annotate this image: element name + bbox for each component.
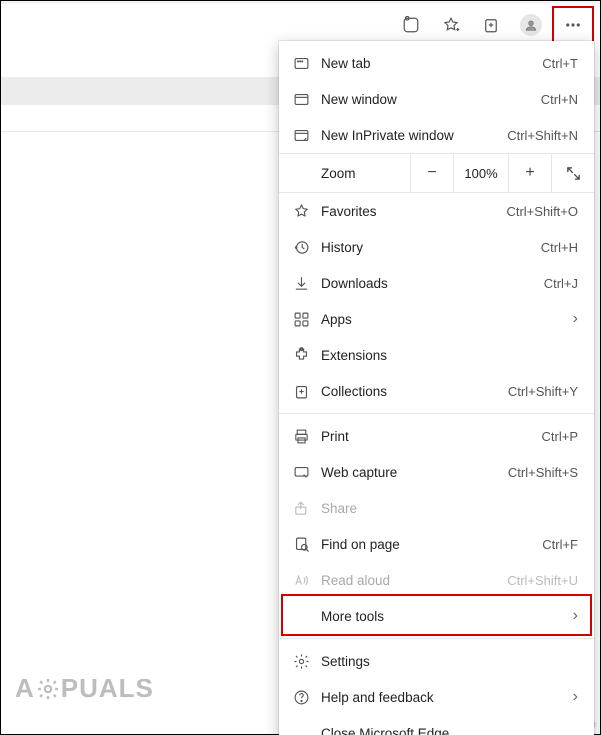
menu-history[interactable]: History Ctrl+H: [279, 229, 594, 265]
find-icon: [293, 536, 321, 553]
settings-icon: [293, 653, 321, 670]
zoom-out-button[interactable]: −: [410, 154, 453, 192]
inprivate-icon: [293, 127, 321, 144]
gear-icon: [36, 677, 60, 701]
chevron-right-icon: ›: [573, 689, 578, 705]
apps-icon: [293, 311, 321, 328]
menu-extensions[interactable]: Extensions: [279, 337, 594, 373]
fullscreen-button[interactable]: [551, 154, 594, 192]
favorites-button[interactable]: [432, 8, 470, 42]
chevron-right-icon: ›: [573, 608, 578, 624]
new-tab-icon: [293, 55, 321, 72]
more-menu-button[interactable]: [552, 6, 594, 44]
menu-find[interactable]: Find on page Ctrl+F: [279, 526, 594, 562]
menu-close-edge[interactable]: Close Microsoft Edge: [279, 715, 594, 735]
menu-share: Share: [279, 490, 594, 526]
menu-new-window[interactable]: New window Ctrl+N: [279, 81, 594, 117]
separator: [279, 638, 594, 639]
chevron-right-icon: ›: [573, 311, 578, 327]
extensions-icon: [293, 347, 321, 364]
separator: [279, 413, 594, 414]
menu-read-aloud: Read aloud Ctrl+Shift+U: [279, 562, 594, 598]
menu-apps[interactable]: Apps ›: [279, 301, 594, 337]
settings-menu: New tab Ctrl+T New window Ctrl+N New InP…: [279, 41, 594, 735]
web-capture-icon: [293, 464, 321, 481]
menu-new-tab[interactable]: New tab Ctrl+T: [279, 45, 594, 81]
menu-web-capture[interactable]: Web capture Ctrl+Shift+S: [279, 454, 594, 490]
help-icon: [293, 689, 321, 706]
zoom-in-button[interactable]: +: [508, 154, 551, 192]
favorites-icon: [293, 203, 321, 220]
print-icon: [293, 428, 321, 445]
menu-favorites[interactable]: Favorites Ctrl+Shift+O: [279, 193, 594, 229]
zoom-label: Zoom: [279, 166, 410, 181]
menu-downloads[interactable]: Downloads Ctrl+J: [279, 265, 594, 301]
menu-more-tools[interactable]: More tools ›: [279, 598, 594, 634]
profile-icon: [520, 14, 542, 36]
watermark-logo: A PUALS: [15, 673, 154, 704]
read-aloud-icon: [293, 572, 321, 589]
menu-settings[interactable]: Settings: [279, 643, 594, 679]
menu-new-inprivate[interactable]: New InPrivate window Ctrl+Shift+N: [279, 117, 594, 153]
profile-button[interactable]: [512, 8, 550, 42]
extension-button[interactable]: [392, 8, 430, 42]
history-icon: [293, 239, 321, 256]
menu-collections[interactable]: Collections Ctrl+Shift+Y: [279, 373, 594, 409]
zoom-value: 100%: [453, 154, 508, 192]
share-icon: [293, 500, 321, 517]
collections-icon: [293, 383, 321, 400]
menu-help[interactable]: Help and feedback ›: [279, 679, 594, 715]
new-window-icon: [293, 91, 321, 108]
browser-toolbar: [392, 5, 594, 45]
menu-zoom: Zoom − 100% +: [279, 153, 594, 193]
downloads-icon: [293, 275, 321, 292]
collections-button[interactable]: [472, 8, 510, 42]
menu-print[interactable]: Print Ctrl+P: [279, 418, 594, 454]
more-icon: [564, 16, 582, 34]
